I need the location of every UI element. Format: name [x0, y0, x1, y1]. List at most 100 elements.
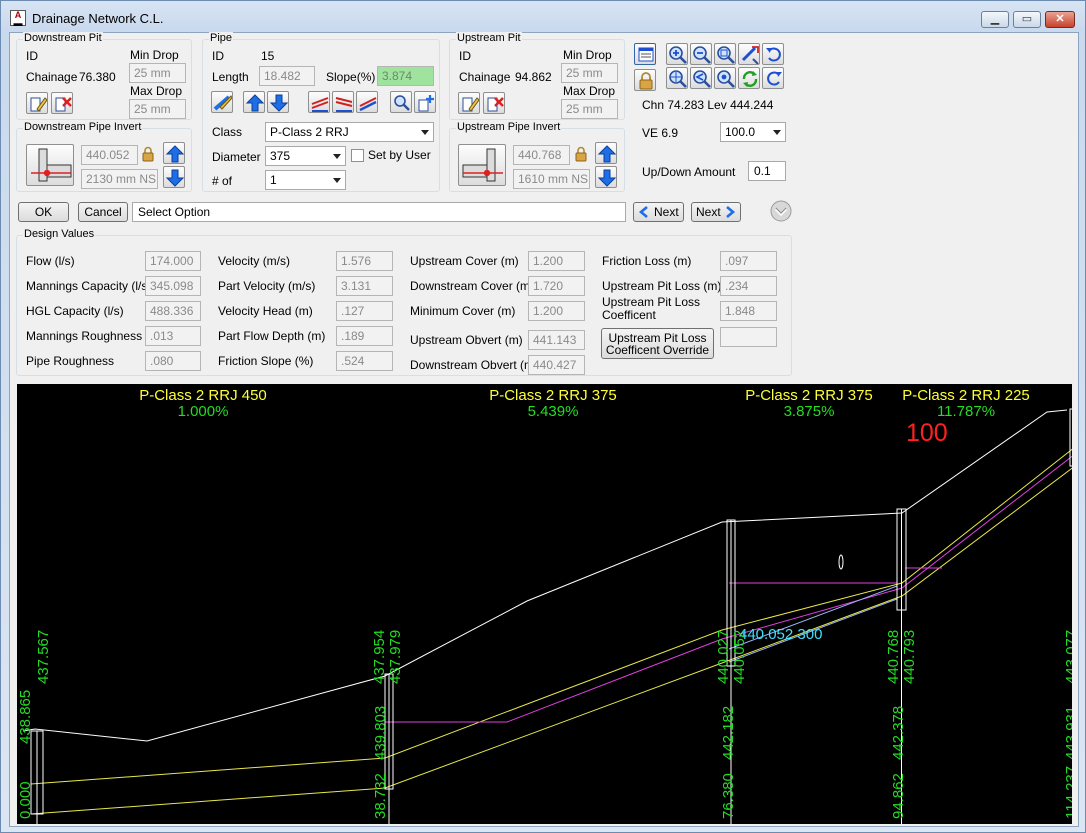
downstream-chainage-value: 76.380	[79, 70, 116, 84]
upstream-min-drop-field[interactable]: 25 mm	[561, 63, 618, 83]
upstream-invert-ns-field[interactable]: 1610 mm NS	[513, 169, 590, 189]
cursor-marker	[838, 554, 844, 570]
pipe-length-field[interactable]: 18.482	[259, 66, 315, 86]
downstream-max-drop-field[interactable]: 25 mm	[129, 99, 186, 119]
downstream-invert-down-button[interactable]	[163, 166, 185, 188]
pit-lower-level-label: 442.182	[720, 706, 737, 760]
pipe-grade-down-icon	[335, 97, 353, 112]
pipe-class-select[interactable]: P-Class 2 RRJ	[265, 122, 434, 142]
zoom-out-button[interactable]	[690, 43, 712, 65]
design-value-field[interactable]: .189	[336, 326, 393, 346]
arrow-down-icon	[269, 94, 288, 112]
upstream-invert-up-button[interactable]	[595, 142, 617, 164]
properties-button[interactable]	[634, 43, 656, 65]
design-value-field[interactable]: .097	[720, 251, 777, 271]
close-button[interactable]: ✕	[1045, 11, 1075, 28]
undo-button[interactable]	[762, 43, 784, 65]
zoom-previous-icon	[693, 70, 711, 88]
upstream-invert-level-field[interactable]: 440.768	[513, 145, 570, 165]
pipe-diameter-select[interactable]: 375	[265, 146, 346, 166]
previous-next-label: Next	[654, 205, 679, 219]
downstream-min-drop-field[interactable]: 25 mm	[129, 63, 186, 83]
downstream-pit-caption: Downstream Pit	[23, 32, 103, 44]
zoom-extents-button[interactable]	[666, 67, 688, 89]
downstream-invert-ns-field[interactable]: 2130 mm NS	[81, 169, 158, 189]
pipe-edit-button[interactable]	[211, 91, 233, 113]
previous-next-button[interactable]: Next	[633, 202, 684, 222]
edit-upstream-pit-button[interactable]	[458, 92, 480, 114]
design-value-field[interactable]: .013	[145, 326, 201, 346]
pipe-grade-flat-button[interactable]	[356, 91, 378, 113]
next-button[interactable]: Next	[691, 202, 741, 222]
arrow-down-icon	[597, 169, 616, 187]
design-value-field[interactable]: 1.576	[336, 251, 393, 271]
ok-button[interactable]: OK	[18, 202, 69, 222]
pit-loss-override-button[interactable]: Upstream Pit Loss Coefficent Override	[601, 328, 714, 359]
design-value-field[interactable]: .127	[336, 301, 393, 321]
design-value-field[interactable]: 440.427	[528, 355, 585, 375]
cancel-button[interactable]: Cancel	[78, 202, 128, 222]
upstream-invert-picker-button[interactable]	[458, 144, 506, 186]
set-by-user-checkbox[interactable]	[351, 149, 364, 162]
edit-downstream-pit-button[interactable]	[26, 92, 48, 114]
design-value-field[interactable]: 441.143	[528, 330, 585, 350]
pit-upper-level-label: 440.027	[715, 630, 732, 684]
design-value-field[interactable]: 1.848	[720, 301, 777, 321]
design-label: HGL Capacity (l/s)	[26, 304, 124, 318]
design-value-field[interactable]: 3.131	[336, 276, 393, 296]
design-value-field[interactable]: 345.098	[145, 276, 201, 296]
pipe-number-select[interactable]: 1	[265, 170, 346, 190]
upstream-invert-down-button[interactable]	[595, 166, 617, 188]
delete-upstream-pit-button[interactable]	[483, 92, 505, 114]
design-value-field[interactable]: 174.000	[145, 251, 201, 271]
pipe-zoom-button[interactable]	[390, 91, 412, 113]
design-value-field[interactable]: 1.200	[528, 251, 585, 271]
vertical-exaggeration-select[interactable]: 100.0	[720, 122, 786, 142]
pipe-down-button[interactable]	[267, 91, 289, 113]
lock-icon[interactable]	[142, 146, 154, 162]
redo-button[interactable]	[762, 67, 784, 89]
long-section-canvas[interactable]: P-Class 2 RRJ 450 1.000% P-Class 2 RRJ 375…	[17, 384, 1080, 824]
command-prompt-field[interactable]: Select Option	[132, 202, 626, 222]
zoom-in-button[interactable]	[666, 43, 688, 65]
pan-button[interactable]	[738, 43, 760, 65]
lock-view-button[interactable]	[634, 69, 656, 91]
pipe-up-button[interactable]	[243, 91, 265, 113]
zoom-fit-button[interactable]	[714, 67, 736, 89]
downstream-invert-level-field[interactable]: 440.052	[81, 145, 138, 165]
pit-loss-override-field[interactable]	[720, 327, 777, 347]
collapse-chevron-icon[interactable]	[769, 199, 793, 223]
refresh-button[interactable]	[738, 67, 760, 89]
vertical-exaggeration-label: VE 6.9	[642, 126, 679, 140]
pipe-add-button[interactable]	[414, 91, 436, 113]
design-value-field[interactable]: 1.200	[528, 301, 585, 321]
design-value-field[interactable]: .080	[145, 351, 201, 371]
pipe-grade-down-button[interactable]	[332, 91, 354, 113]
chevron-down-icon	[333, 154, 341, 159]
pipe-diameter-value: 375	[270, 149, 291, 163]
design-label: Part Velocity (m/s)	[218, 279, 316, 293]
lock-icon[interactable]	[575, 146, 587, 162]
title-bar[interactable]: A ▬ Drainage Network C.L. ▁ ▭ ✕	[1, 1, 1085, 33]
upstream-max-drop-label: Max Drop	[563, 84, 616, 98]
pipe-caption: Pipe	[209, 32, 234, 44]
design-value-field[interactable]: 1.720	[528, 276, 585, 296]
downstream-invert-picker-button[interactable]	[26, 144, 74, 186]
downstream-invert-up-button[interactable]	[163, 142, 185, 164]
maximize-button[interactable]: ▭	[1013, 11, 1041, 28]
pipe-slope-field[interactable]: 3.874	[377, 66, 434, 86]
delete-downstream-pit-button[interactable]	[51, 92, 73, 114]
design-value-field[interactable]: .524	[336, 351, 393, 371]
design-value-field[interactable]: 488.336	[145, 301, 201, 321]
zoom-previous-button[interactable]	[690, 67, 712, 89]
zoom-window-button[interactable]	[714, 43, 736, 65]
zoom-window-icon	[717, 46, 735, 64]
updown-amount-input[interactable]: 0.1	[748, 161, 786, 181]
long-section-drawing[interactable]: P-Class 2 RRJ 4501.000% P-Class 2 RRJ 375…	[17, 384, 1080, 824]
upstream-max-drop-field[interactable]: 25 mm	[561, 99, 618, 119]
design-value-field[interactable]: .234	[720, 276, 777, 296]
minimize-button[interactable]: ▁	[981, 11, 1009, 28]
pipe-grade-up-button[interactable]	[308, 91, 330, 113]
updown-amount-label: Up/Down Amount	[642, 165, 736, 179]
arrow-down-icon	[165, 169, 184, 187]
